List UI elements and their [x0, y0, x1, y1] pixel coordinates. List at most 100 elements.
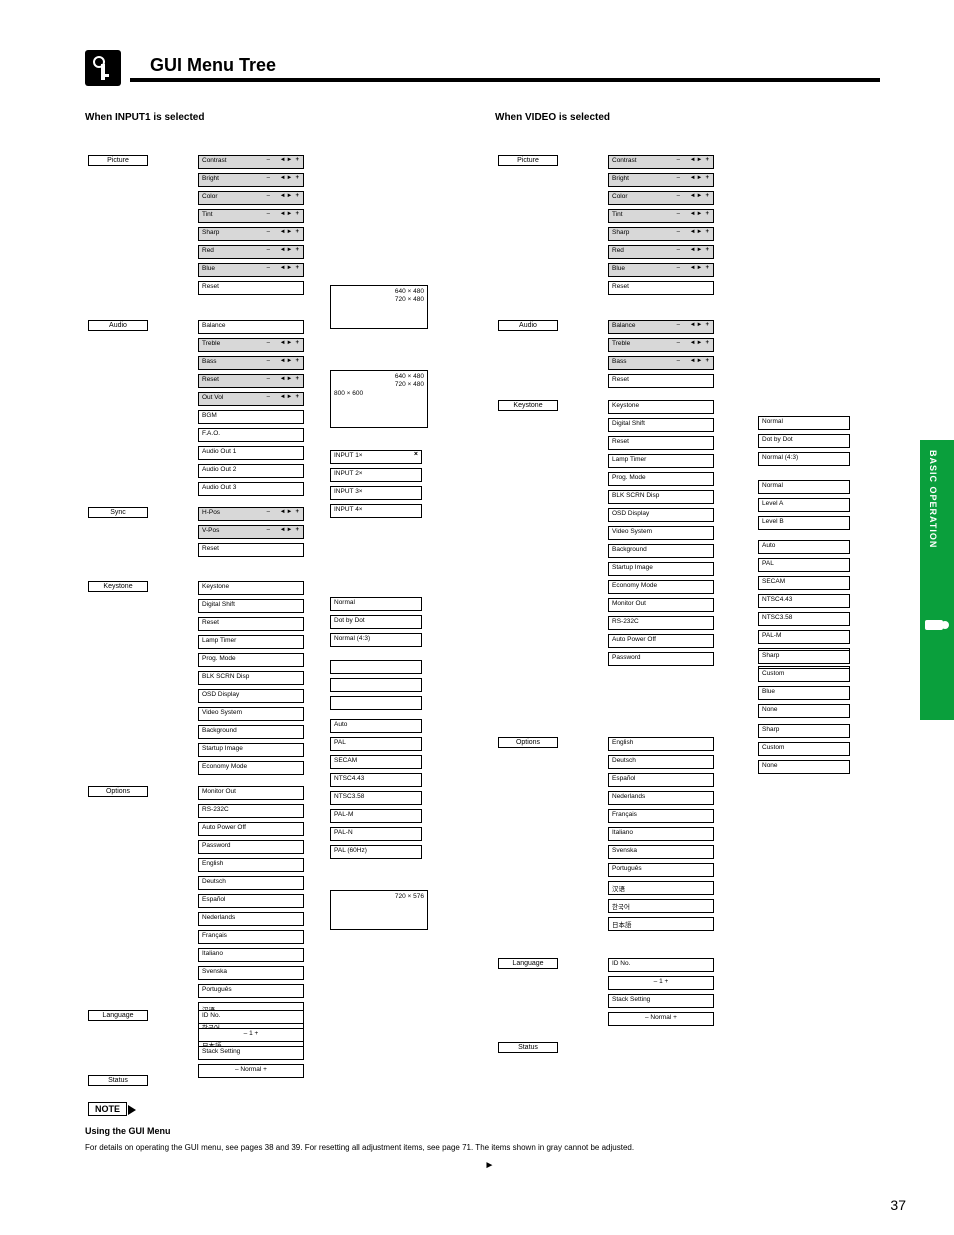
cat-button: Options	[88, 786, 148, 797]
menu-item: Password	[198, 840, 304, 854]
section-tab: BASIC OPERATION	[920, 440, 954, 720]
menu-item: Treble◄►	[198, 338, 304, 352]
menu-item: Reset	[608, 374, 714, 388]
menu-item: Red◄►	[608, 245, 714, 259]
slider-icon: ◄►	[267, 211, 300, 217]
note-heading: Using the GUI Menu	[85, 1125, 894, 1138]
sub-item: NTSC3.58	[758, 612, 850, 626]
play-icon: ►	[85, 1159, 894, 1173]
page-number: 37	[890, 1197, 906, 1213]
sub-item: INPUT 2×	[330, 468, 422, 482]
left-sync-items: H-Pos◄► V-Pos◄► Reset	[198, 507, 304, 557]
slider-icon: ◄►	[267, 193, 300, 199]
menu-item: Audio Out 3	[198, 482, 304, 496]
menu-item: Blue◄►	[198, 263, 304, 277]
left-sub-box-c: 720 × 576	[330, 890, 428, 930]
menu-item: Treble◄►	[608, 338, 714, 352]
right-start-subs: Sharp Custom None	[758, 724, 850, 774]
menu-item: Video System	[608, 526, 714, 540]
sub-item	[330, 678, 422, 692]
menu-item: Keystone	[608, 400, 714, 414]
menu-item: OSD Display	[608, 508, 714, 522]
menu-item: Français	[608, 809, 714, 823]
menu-item: Auto Power Off	[198, 822, 304, 836]
menu-item: Prog. Mode	[608, 472, 714, 486]
right-audio-items: Balance◄► Treble◄► Bass◄► Reset	[608, 320, 714, 388]
sub-item: PAL-M	[330, 809, 422, 823]
slider-icon: ◄►	[267, 394, 300, 400]
cat-button: Sync	[88, 507, 148, 518]
slider-icon: ◄►	[267, 175, 300, 181]
header-rule	[130, 78, 880, 82]
sub-item: SECAM	[330, 755, 422, 769]
menu-item: Español	[608, 773, 714, 787]
cat-button: Picture	[498, 155, 558, 166]
sub-item: Blue	[758, 686, 850, 700]
menu-item: Deutsch	[198, 876, 304, 890]
right-picture-items: Contrast◄► Bright◄► Color◄► Tint◄► Sharp…	[608, 155, 714, 295]
sub-item: Normal (4:3)	[758, 452, 850, 466]
menu-item: 한국어	[608, 899, 714, 913]
slider-icon: ◄►	[677, 358, 710, 364]
slider-icon: ◄►	[677, 157, 710, 163]
menu-item: – Normal +	[608, 1012, 714, 1026]
menu-item: Background	[608, 544, 714, 558]
sub-item: SECAM	[758, 576, 850, 590]
sub-item: Custom	[758, 742, 850, 756]
right-keystone-items: Keystone Digital Shift Reset Lamp Timer …	[608, 400, 714, 666]
header-input1: When INPUT1 is selected	[85, 112, 204, 123]
right-osd-subs: Normal Level A Level B	[758, 480, 850, 530]
menu-item: Reset◄►	[198, 374, 304, 388]
sub-item: INPUT 4×	[330, 504, 422, 518]
menu-item: Français	[198, 930, 304, 944]
menu-item: Digital Shift	[608, 418, 714, 432]
sub-item: Level A	[758, 498, 850, 512]
sub-item: Auto	[330, 719, 422, 733]
slider-icon: ◄►	[677, 247, 710, 253]
menu-item: 汉语	[608, 881, 714, 895]
menu-item: Out Vol◄►	[198, 392, 304, 406]
menu-item: Reset	[198, 543, 304, 557]
sub-item: Normal	[330, 597, 422, 611]
menu-item: Economy Mode	[198, 761, 304, 775]
menu-item: Bright◄►	[608, 173, 714, 187]
menu-item: Español	[198, 894, 304, 908]
slider-icon: ◄►	[677, 175, 710, 181]
menu-item: ID No.	[608, 958, 714, 972]
right-lang-items: English Deutsch Español Nederlands Franç…	[608, 737, 714, 931]
menu-item: Reset	[198, 617, 304, 631]
slider-icon: ◄►	[267, 358, 300, 364]
cat-button: Language	[498, 958, 558, 969]
slider-icon: ◄►	[677, 265, 710, 271]
slider-icon: ◄►	[267, 265, 300, 271]
menu-item: RS-232C	[608, 616, 714, 630]
menu-item: Lamp Timer	[198, 635, 304, 649]
sub-item: Auto	[758, 540, 850, 554]
sub-item: Dot by Dot	[758, 434, 850, 448]
menu-item: Tint◄►	[608, 209, 714, 223]
note-text: For details on operating the GUI menu, s…	[85, 1142, 894, 1153]
menu-item: Digital Shift	[198, 599, 304, 613]
menu-item: OSD Display	[198, 689, 304, 703]
menu-item: Balance◄►	[608, 320, 714, 334]
menu-item: Startup Image	[608, 562, 714, 576]
sub-item: Custom	[758, 668, 850, 682]
menu-item: Svenska	[608, 845, 714, 859]
slider-icon: ◄►	[267, 247, 300, 253]
menu-item: – Normal +	[198, 1064, 304, 1078]
header-video: When VIDEO is selected	[495, 112, 610, 123]
menu-item: Sharp◄►	[198, 227, 304, 241]
menu-item: Italiano	[198, 948, 304, 962]
left-picture-items: Contrast◄► Bright◄► Color◄► Tint◄► Sharp…	[198, 155, 304, 295]
right-bg-subs: Sharp Custom Blue None	[758, 650, 850, 718]
menu-item: Nederlands	[608, 791, 714, 805]
right-status-items: ID No. – 1 + Stack Setting – Normal +	[608, 958, 714, 1026]
sub-item: NTSC3.58	[330, 791, 422, 805]
menu-item: Bass◄►	[198, 356, 304, 370]
sub-item: INPUT 1×	[330, 450, 422, 464]
sub-item: Dot by Dot	[330, 615, 422, 629]
cat-button: Language	[88, 1010, 148, 1021]
menu-item: H-Pos◄►	[198, 507, 304, 521]
menu-item: Monitor Out	[608, 598, 714, 612]
menu-item: BLK SCRN Disp	[608, 490, 714, 504]
